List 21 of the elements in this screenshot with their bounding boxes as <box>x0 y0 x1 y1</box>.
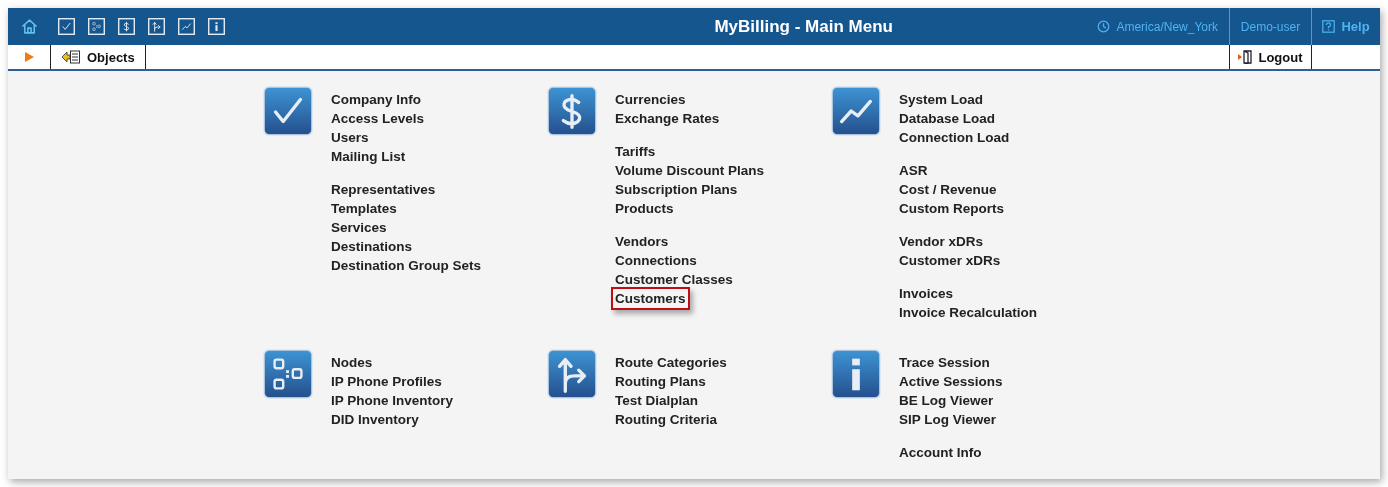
play-arrow-icon[interactable] <box>24 52 34 62</box>
back-list-icon[interactable] <box>61 50 81 64</box>
menu-link[interactable]: Customers <box>611 287 690 310</box>
line-chart-icon <box>832 87 880 135</box>
logout-link[interactable]: Logout <box>1258 49 1303 65</box>
menu-link[interactable]: Account Info <box>895 441 986 464</box>
info-icon <box>832 350 880 398</box>
help-icon[interactable] <box>1322 20 1336 33</box>
dollar-icon <box>548 87 596 135</box>
info-icon[interactable] <box>208 18 225 35</box>
home-icon[interactable] <box>20 17 39 36</box>
checkmark-icon[interactable] <box>58 18 75 35</box>
clock-icon <box>1097 20 1111 33</box>
door-exit-icon[interactable] <box>1238 50 1255 64</box>
window-title: MyBilling - Main Menu <box>713 16 894 37</box>
nodes-icon[interactable] <box>88 18 105 35</box>
nodes-icon <box>264 350 312 398</box>
line-chart-icon[interactable] <box>178 18 195 35</box>
objects-link[interactable]: Objects <box>87 49 135 65</box>
dollar-icon[interactable] <box>118 18 135 35</box>
checkmark-icon <box>264 87 312 135</box>
